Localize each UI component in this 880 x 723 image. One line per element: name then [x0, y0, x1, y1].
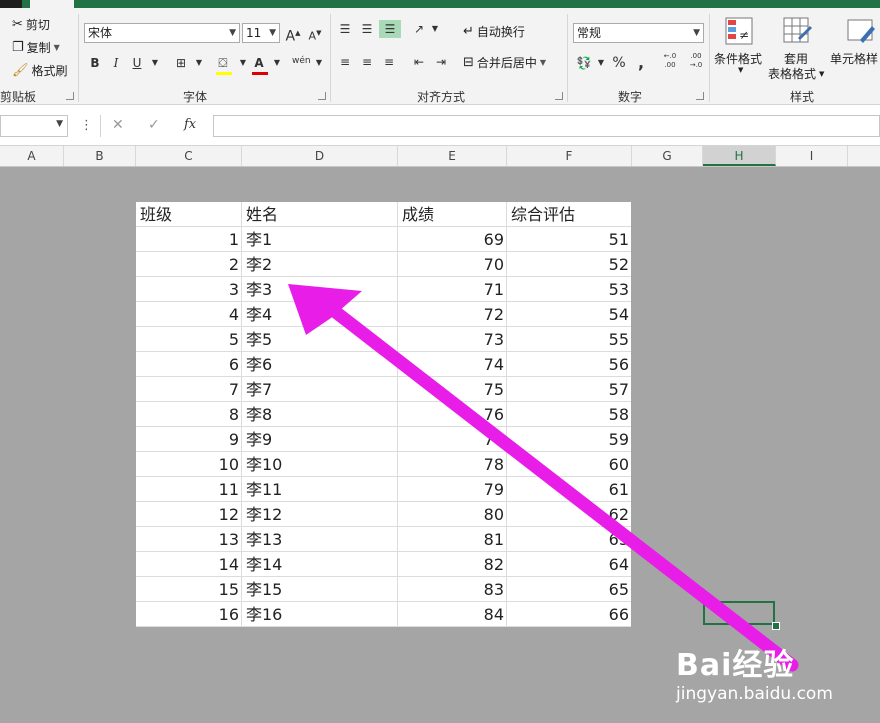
watermark-brand: Bai经验: [676, 648, 795, 683]
arrow-shaft: [317, 296, 799, 672]
watermark-url: jingyan.baidu.com: [676, 684, 833, 704]
annotation-arrow: [288, 284, 799, 672]
baidu-watermark: Bai经验 jingyan.baidu.com: [676, 640, 846, 705]
